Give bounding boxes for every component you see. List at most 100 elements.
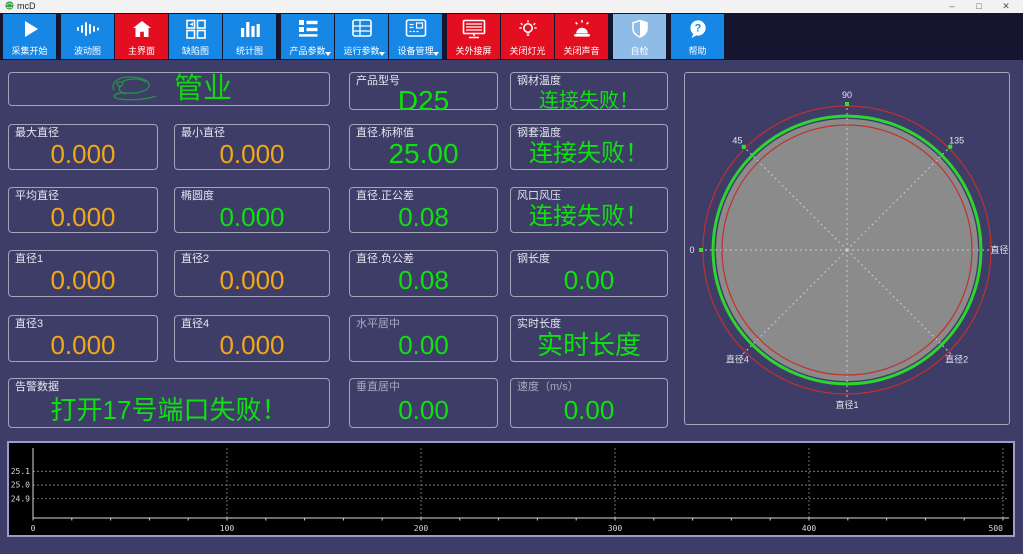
- toolbar-button-self-check[interactable]: 自检: [613, 14, 666, 59]
- field-value: 0.000: [15, 140, 151, 167]
- field-vertical-center: 垂直居中 0.00: [349, 378, 498, 428]
- field-label: 钢套温度: [517, 127, 661, 140]
- toolbar-button-main-screen[interactable]: 主界面: [115, 14, 168, 59]
- company-logo: 管业: [8, 72, 330, 106]
- field-speed: 速度（m/s） 0.00: [510, 378, 668, 428]
- field-label: 风口风压: [517, 190, 661, 203]
- close-button[interactable]: ✕: [1000, 0, 1012, 13]
- svg-text:直径1: 直径1: [835, 399, 858, 410]
- svg-text:45: 45: [732, 135, 742, 145]
- field-label: 垂直居中: [356, 381, 491, 394]
- help-icon: ?: [686, 18, 710, 43]
- svg-text:25.0: 25.0: [11, 481, 30, 490]
- field-min-diameter: 最小直径 0.000: [174, 124, 330, 170]
- field-air-pressure: 风口风压 连接失败！: [510, 187, 668, 233]
- svg-text:24.9: 24.9: [11, 494, 30, 503]
- dropdown-caret-icon: [379, 52, 385, 56]
- field-avg-diameter: 平均直径 0.000: [8, 187, 158, 233]
- svg-text:135: 135: [949, 135, 964, 145]
- svg-text:0: 0: [31, 524, 36, 533]
- defect-grid-icon: [184, 18, 208, 43]
- field-label: 告警数据: [15, 381, 323, 394]
- field-diameter-1: 直径1 0.000: [8, 250, 158, 297]
- diameter-trend-chart: 24.9 25.0 25.1 0 100 200 300 400 500: [9, 443, 1013, 535]
- dropdown-caret-icon: [325, 52, 331, 56]
- field-plus-tolerance: 直径.正公差 0.08: [349, 187, 498, 233]
- external-screen-icon: [461, 18, 487, 43]
- product-params-icon: [296, 18, 320, 41]
- shield-icon: [628, 18, 652, 43]
- toolbar-button-run-params[interactable]: 运行参数: [335, 14, 388, 59]
- field-value: 0.000: [181, 140, 323, 167]
- field-value: 连接失败！: [517, 88, 661, 114]
- cross-section-gauge-chart: 90 45 135 0 直径3 直径2 直径1 直径4: [685, 73, 1009, 424]
- dropdown-caret-icon: [433, 52, 439, 56]
- svg-text:直径2: 直径2: [945, 354, 968, 365]
- field-jacket-temperature: 钢套温度 连接失败！: [510, 124, 668, 170]
- field-value: 0.00: [356, 394, 491, 425]
- field-label: 钢材温度: [517, 75, 661, 88]
- field-value: 连接失败！: [517, 140, 661, 167]
- logo-doodle-icon: [106, 72, 172, 106]
- field-value: 0.000: [15, 266, 151, 294]
- field-value: 0.000: [15, 331, 151, 359]
- svg-text:400: 400: [802, 524, 817, 533]
- run-params-icon: [350, 18, 374, 41]
- svg-text:直径4: 直径4: [726, 354, 749, 365]
- field-value: 实时长度: [517, 331, 661, 359]
- alarm-siren-icon: [570, 18, 594, 43]
- svg-text:0: 0: [689, 245, 694, 255]
- field-diameter-4: 直径4 0.000: [174, 315, 330, 362]
- field-realtime-length: 实时长度 实时长度: [510, 315, 668, 362]
- toolbar-button-collect-start[interactable]: 采集开始: [3, 14, 56, 59]
- field-value: 0.00: [517, 394, 661, 425]
- field-value: 0.00: [517, 266, 661, 294]
- toolbar-button-close-external-screen[interactable]: 关外接屏: [447, 14, 500, 59]
- titlebar: mcD – □ ✕: [0, 0, 1023, 13]
- field-alarm-data: 告警数据 打开17号端口失败！: [8, 378, 330, 428]
- play-icon: [18, 18, 42, 43]
- toolbar-button-wave-chart[interactable]: 波动图: [61, 14, 114, 59]
- field-value: 0.000: [181, 203, 323, 230]
- field-steel-temperature: 钢材温度 连接失败！: [510, 72, 668, 110]
- field-horizontal-center: 水平居中 0.00: [349, 315, 498, 362]
- field-value: 0.000: [15, 203, 151, 230]
- svg-text:200: 200: [414, 524, 429, 533]
- toolbar-button-stats-chart[interactable]: 统计图: [223, 14, 276, 59]
- minimize-button[interactable]: –: [946, 0, 958, 13]
- field-ovality: 椭圆度 0.000: [174, 187, 330, 233]
- app-icon: [5, 1, 14, 12]
- svg-text:300: 300: [608, 524, 623, 533]
- svg-text:500: 500: [989, 524, 1004, 533]
- field-value: D25: [356, 88, 491, 114]
- bar-chart-icon: [238, 18, 262, 43]
- home-icon: [130, 18, 154, 43]
- maximize-button[interactable]: □: [973, 0, 985, 13]
- svg-text:25.1: 25.1: [11, 467, 30, 476]
- field-value: 0.000: [181, 331, 323, 359]
- field-value: 0.08: [356, 203, 491, 230]
- svg-text:100: 100: [220, 524, 235, 533]
- window-controls: – □ ✕: [946, 0, 1018, 13]
- svg-text:90: 90: [842, 90, 852, 100]
- light-bulb-icon: [516, 18, 540, 43]
- waveform-icon: [75, 18, 101, 43]
- window-title: mcD: [17, 0, 36, 13]
- field-value: 0.000: [181, 266, 323, 294]
- toolbar-button-close-sound[interactable]: 关闭声音: [555, 14, 608, 59]
- field-minus-tolerance: 直径.负公差 0.08: [349, 250, 498, 297]
- toolbar-button-defect-chart[interactable]: 缺陷图: [169, 14, 222, 59]
- toolbar-button-help[interactable]: ? 帮助: [671, 14, 724, 59]
- company-name: 管业: [174, 74, 232, 104]
- toolbar-button-product-params[interactable]: 产品参数: [281, 14, 334, 59]
- toolbar-button-close-light[interactable]: 关闭灯光: [501, 14, 554, 59]
- svg-text:直径3: 直径3: [990, 244, 1009, 255]
- field-value: 25.00: [356, 140, 491, 167]
- field-value: 连接失败！: [517, 203, 661, 230]
- field-max-diameter: 最大直径 0.000: [8, 124, 158, 170]
- svg-text:?: ?: [694, 23, 701, 35]
- alarm-message: 打开17号端口失败！: [15, 394, 323, 425]
- field-value: 0.00: [356, 331, 491, 359]
- device-manage-icon: [404, 18, 428, 41]
- toolbar-button-device-manage[interactable]: 设备管理: [389, 14, 442, 59]
